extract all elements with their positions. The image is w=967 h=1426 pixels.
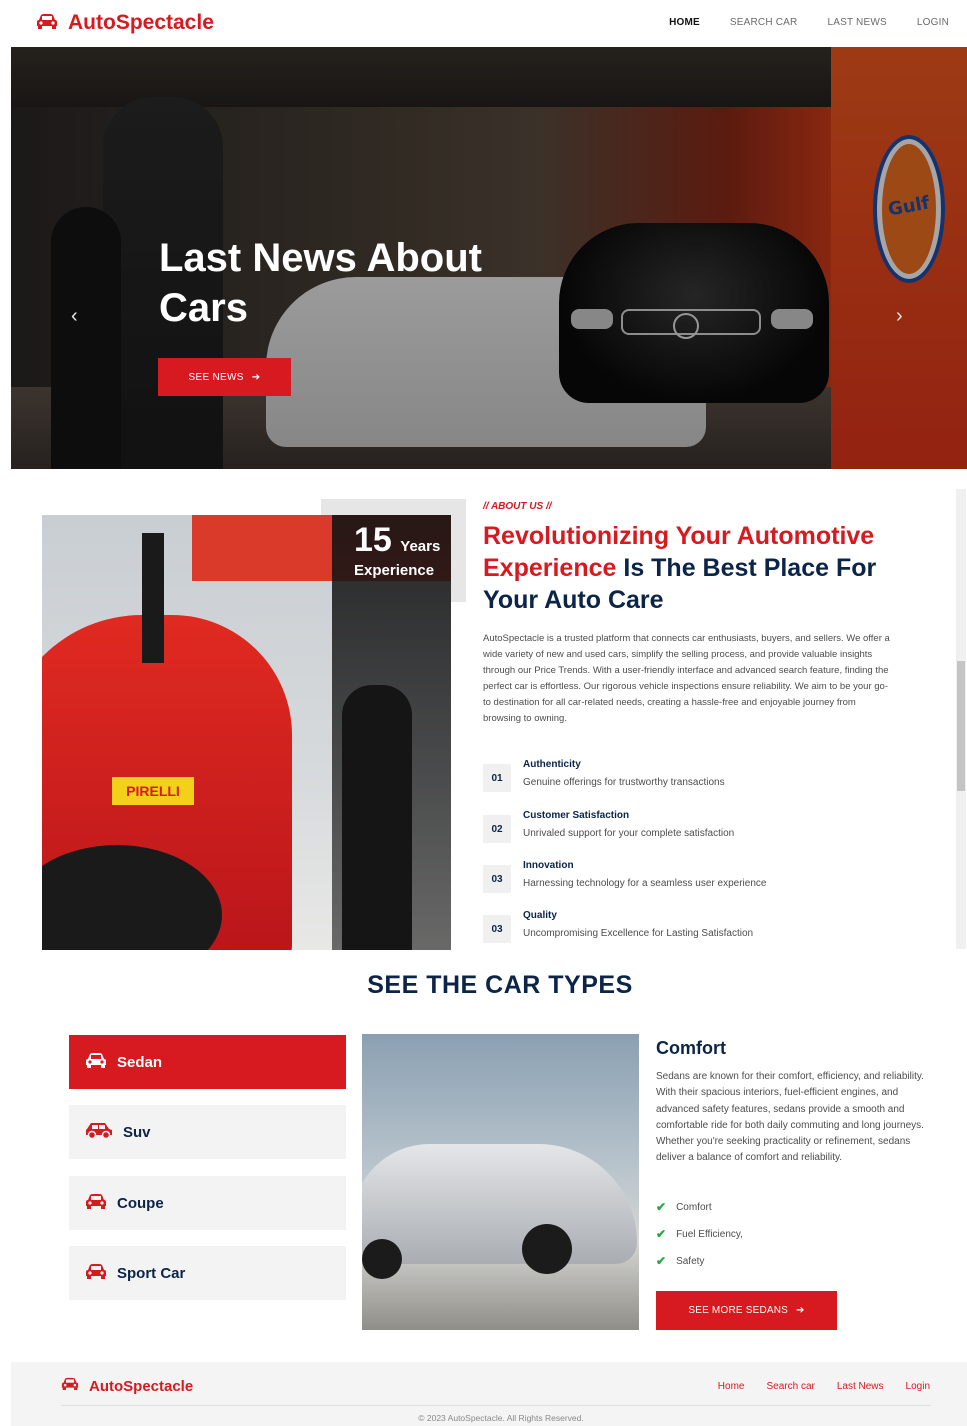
ferrari-wing — [142, 533, 164, 663]
car-types-title: SEE THE CAR TYPES — [367, 971, 633, 999]
feature-desc: Uncompromising Excellence for Lasting Sa… — [523, 928, 754, 939]
sedan-car-body — [362, 1144, 637, 1264]
about-title: Revolutionizing Your Automotive Experien… — [483, 520, 903, 616]
type-tab-sedan[interactable]: Sedan — [69, 1035, 346, 1089]
type-label: Coupe — [117, 1194, 164, 1212]
feature-title: Quality — [523, 910, 557, 921]
feature-item: 03 Quality Uncompromising Excellence for … — [483, 910, 753, 943]
feature-desc: Harnessing technology for a seamless use… — [523, 878, 767, 889]
hero-carousel: Gulf Last News About Cars SEE NEWS ➔ ‹ › — [11, 47, 967, 469]
feature-desc: Genuine offerings for trustworthy transa… — [523, 777, 725, 788]
type-tab-coupe[interactable]: Coupe — [69, 1176, 346, 1230]
check-icon: ✔ — [656, 1254, 667, 1268]
experience-label: Experience — [354, 562, 435, 579]
sedan-wheel — [522, 1224, 572, 1274]
type-tab-sport-car[interactable]: Sport Car — [69, 1246, 346, 1300]
copyright-text: © 2023 AutoSpectacle. All Rights Reserve… — [418, 1413, 584, 1423]
hero-title: Last News About Cars — [159, 236, 482, 330]
sedan-image — [362, 1034, 639, 1330]
feature-title: Innovation — [523, 860, 574, 871]
mechanic-figure — [342, 685, 412, 950]
carousel-prev-arrow[interactable]: ‹ — [71, 305, 78, 328]
see-more-label: SEE MORE SEDANS — [688, 1305, 789, 1316]
type-tab-suv[interactable]: Suv — [69, 1105, 346, 1159]
check-label: Fuel Efficiency, — [676, 1228, 743, 1240]
experience-badge: 15 Years Experience — [354, 521, 440, 579]
car-icon — [36, 13, 58, 34]
about-scrollbar[interactable] — [956, 489, 966, 949]
footer-last-news-link[interactable]: Last News — [837, 1381, 884, 1392]
feature-check-item: ✔ Fuel Efficiency, — [656, 1227, 743, 1241]
feature-number: 03 — [483, 915, 511, 943]
footer-nav: Home Search car Last News Login — [718, 1381, 930, 1392]
arrow-right-icon: ➔ — [796, 1305, 805, 1316]
check-icon: ✔ — [656, 1227, 667, 1241]
nav-login-link[interactable]: LOGIN — [917, 17, 949, 28]
top-navbar: AutoSpectacle HOME SEARCH CAR LAST NEWS … — [0, 0, 967, 47]
type-label: Suv — [123, 1123, 151, 1141]
feature-number: 03 — [483, 865, 511, 893]
car-icon — [85, 1263, 107, 1284]
feature-item: 02 Customer Satisfaction Unrivaled suppor… — [483, 810, 734, 843]
feature-desc: Unrivaled support for your complete sati… — [523, 828, 735, 839]
see-news-label: SEE NEWS — [188, 371, 244, 383]
about-description: AutoSpectacle is a trusted platform that… — [483, 633, 890, 724]
suv-icon — [85, 1121, 113, 1144]
footer-divider — [61, 1405, 931, 1406]
check-icon: ✔ — [656, 1200, 667, 1214]
feature-number: 01 — [483, 764, 511, 792]
footer-login-link[interactable]: Login — [906, 1381, 930, 1392]
sedan-wheel — [362, 1239, 402, 1279]
see-news-button[interactable]: SEE NEWS ➔ — [158, 358, 291, 396]
years-label: Years — [400, 538, 441, 555]
footer-brand[interactable]: AutoSpectacle — [61, 1377, 193, 1395]
feature-check-item: ✔ Comfort — [656, 1200, 712, 1214]
nav-last-news-link[interactable]: LAST NEWS — [827, 17, 886, 28]
nav-home-link[interactable]: HOME — [669, 17, 700, 28]
main-nav: HOME SEARCH CAR LAST NEWS LOGIN — [669, 17, 949, 28]
brand-logo[interactable]: AutoSpectacle — [36, 11, 214, 35]
check-label: Safety — [676, 1255, 705, 1267]
check-label: Comfort — [676, 1201, 712, 1213]
type-label: Sedan — [117, 1053, 163, 1071]
feature-item: 01 Authenticity Genuine offerings for tru… — [483, 759, 725, 792]
car-icon — [85, 1193, 107, 1214]
brand-name: AutoSpectacle — [68, 11, 214, 34]
feature-number: 02 — [483, 815, 511, 843]
carousel-next-arrow[interactable]: › — [896, 305, 903, 328]
type-detail-heading: Comfort — [656, 1038, 726, 1058]
footer-home-link[interactable]: Home — [718, 1381, 745, 1392]
type-detail-body: Sedans are known for their comfort, effi… — [656, 1071, 924, 1164]
arrow-right-icon: ➔ — [251, 371, 261, 383]
feature-title: Customer Satisfaction — [523, 810, 630, 821]
feature-item: 03 Innovation Harnessing technology for a… — [483, 860, 766, 893]
nav-search-car-link[interactable]: SEARCH CAR — [730, 17, 798, 28]
years-number: 15 — [354, 521, 392, 559]
car-icon — [85, 1052, 107, 1073]
pirelli-sign: PIRELLI — [112, 777, 194, 805]
feature-title: Authenticity — [523, 759, 581, 770]
see-more-sedans-button[interactable]: SEE MORE SEDANS ➔ — [656, 1291, 837, 1330]
type-label: Sport Car — [117, 1264, 186, 1282]
about-tag: // ABOUT US // — [483, 501, 552, 512]
car-icon — [61, 1377, 79, 1395]
footer-brand-name: AutoSpectacle — [89, 1377, 194, 1395]
feature-check-item: ✔ Safety — [656, 1254, 704, 1268]
about-ferrari-image: PIRELLI — [42, 515, 451, 950]
footer-search-car-link[interactable]: Search car — [766, 1381, 814, 1392]
scrollbar-thumb[interactable] — [957, 661, 965, 791]
